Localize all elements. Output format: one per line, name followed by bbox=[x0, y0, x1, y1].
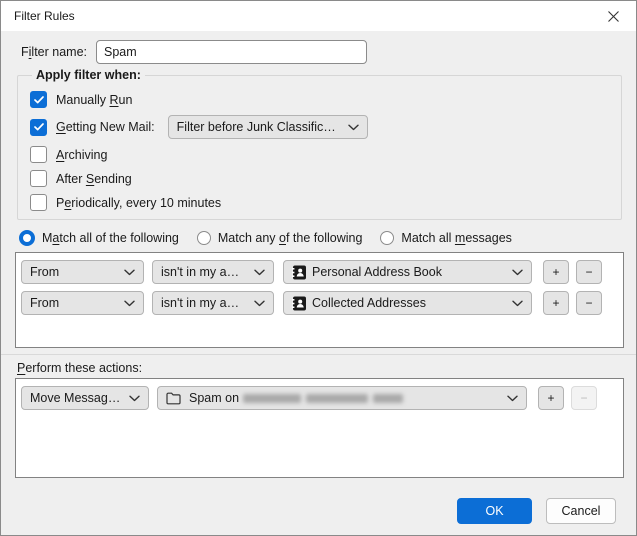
checkbox-row-after-sending[interactable]: After Sending bbox=[30, 170, 621, 187]
add-term-button[interactable]: + bbox=[543, 260, 569, 284]
address-book-icon bbox=[292, 265, 307, 280]
apply-filter-when-group: Apply filter when: Manually Run Getting … bbox=[17, 68, 622, 220]
search-term-row: From isn't in my address b... Personal A… bbox=[21, 260, 623, 284]
close-icon bbox=[608, 11, 619, 22]
window-title: Filter Rules bbox=[1, 9, 75, 23]
periodically-checkbox[interactable] bbox=[30, 194, 47, 211]
add-action-button[interactable]: + bbox=[538, 386, 564, 410]
match-all-messages-radio[interactable] bbox=[380, 231, 394, 245]
match-all-label[interactable]: Match all of the following bbox=[42, 231, 179, 245]
titlebar: Filter Rules bbox=[1, 1, 636, 31]
value-dropdown[interactable]: Personal Address Book bbox=[283, 260, 532, 284]
ok-button[interactable]: OK bbox=[457, 498, 532, 524]
manually-run-checkbox[interactable] bbox=[30, 91, 47, 108]
attribute-value: From bbox=[30, 265, 116, 279]
apply-filter-when-legend: Apply filter when: bbox=[32, 68, 145, 82]
getting-new-mail-checkbox[interactable] bbox=[30, 119, 47, 136]
match-any-radio[interactable] bbox=[197, 231, 211, 245]
archiving-checkbox[interactable] bbox=[30, 146, 47, 163]
redacted-server-name bbox=[243, 394, 403, 403]
match-all-messages-label[interactable]: Match all messages bbox=[401, 231, 511, 245]
chevron-down-icon bbox=[254, 269, 265, 276]
archiving-label: Archiving bbox=[56, 148, 107, 162]
junk-classification-value: Filter before Junk Classification bbox=[177, 120, 340, 134]
junk-classification-dropdown[interactable]: Filter before Junk Classification bbox=[168, 115, 368, 139]
address-book-icon bbox=[292, 296, 307, 311]
search-term-row: From isn't in my address b... Collected … bbox=[21, 291, 623, 315]
after-sending-checkbox[interactable] bbox=[30, 170, 47, 187]
filter-name-input[interactable] bbox=[96, 40, 367, 64]
action-row: Move Message to Spam on + − bbox=[21, 386, 623, 410]
filter-actions-list: Move Message to Spam on + − bbox=[15, 378, 624, 478]
folder-icon bbox=[166, 392, 181, 405]
dialog-button-bar: OK Cancel bbox=[1, 498, 636, 524]
attribute-dropdown[interactable]: From bbox=[21, 260, 144, 284]
after-sending-label: After Sending bbox=[56, 172, 132, 186]
chevron-down-icon bbox=[124, 300, 135, 307]
periodically-label: Periodically, every 10 minutes bbox=[56, 196, 221, 210]
condition-dropdown[interactable]: isn't in my address b... bbox=[152, 260, 274, 284]
filter-rules-dialog: { "window": { "title": "Filter Rules" },… bbox=[0, 0, 637, 536]
chevron-down-icon bbox=[507, 395, 518, 402]
action-type-dropdown[interactable]: Move Message to bbox=[21, 386, 149, 410]
manually-run-label: Manually Run bbox=[56, 93, 132, 107]
match-all-radio[interactable] bbox=[19, 230, 35, 246]
checkbox-row-periodically[interactable]: Periodically, every 10 minutes bbox=[30, 194, 621, 211]
remove-term-button[interactable]: − bbox=[576, 260, 602, 284]
condition-value: isn't in my address b... bbox=[161, 265, 246, 279]
add-term-button[interactable]: + bbox=[543, 291, 569, 315]
value-dropdown[interactable]: Collected Addresses bbox=[283, 291, 532, 315]
chevron-down-icon bbox=[254, 300, 265, 307]
chevron-down-icon bbox=[512, 269, 523, 276]
check-icon bbox=[34, 96, 44, 104]
checkbox-row-getting-new-mail: Getting New Mail: Filter before Junk Cla… bbox=[30, 115, 621, 139]
chevron-down-icon bbox=[512, 300, 523, 307]
filter-name-label: Filter name: bbox=[21, 45, 87, 59]
action-type-value: Move Message to bbox=[30, 391, 121, 405]
remove-term-button[interactable]: − bbox=[576, 291, 602, 315]
attribute-dropdown[interactable]: From bbox=[21, 291, 144, 315]
match-options-row: Match all of the following Match any of … bbox=[19, 230, 622, 246]
checkbox-row-manually-run[interactable]: Manually Run bbox=[30, 91, 621, 108]
remove-action-button: − bbox=[571, 386, 597, 410]
close-button[interactable] bbox=[591, 1, 636, 31]
checkbox-row-archiving[interactable]: Archiving bbox=[30, 146, 621, 163]
getting-new-mail-label: Getting New Mail: bbox=[56, 120, 155, 134]
target-folder-dropdown[interactable]: Spam on bbox=[157, 386, 527, 410]
filter-name-row: Filter name: bbox=[15, 40, 622, 64]
check-icon bbox=[34, 123, 44, 131]
condition-dropdown[interactable]: isn't in my address b... bbox=[152, 291, 274, 315]
cancel-button[interactable]: Cancel bbox=[546, 498, 616, 524]
chevron-down-icon bbox=[124, 269, 135, 276]
perform-actions-label: Perform these actions: bbox=[17, 361, 622, 375]
target-folder-text: Spam on bbox=[189, 391, 239, 405]
value-text: Personal Address Book bbox=[312, 265, 504, 279]
attribute-value: From bbox=[30, 296, 116, 310]
chevron-down-icon bbox=[348, 124, 359, 131]
chevron-down-icon bbox=[129, 395, 140, 402]
value-text: Collected Addresses bbox=[312, 296, 504, 310]
search-terms-list: From isn't in my address b... Personal A… bbox=[15, 252, 624, 348]
condition-value: isn't in my address b... bbox=[161, 296, 246, 310]
match-any-label[interactable]: Match any of the following bbox=[218, 231, 363, 245]
section-divider bbox=[1, 354, 636, 355]
